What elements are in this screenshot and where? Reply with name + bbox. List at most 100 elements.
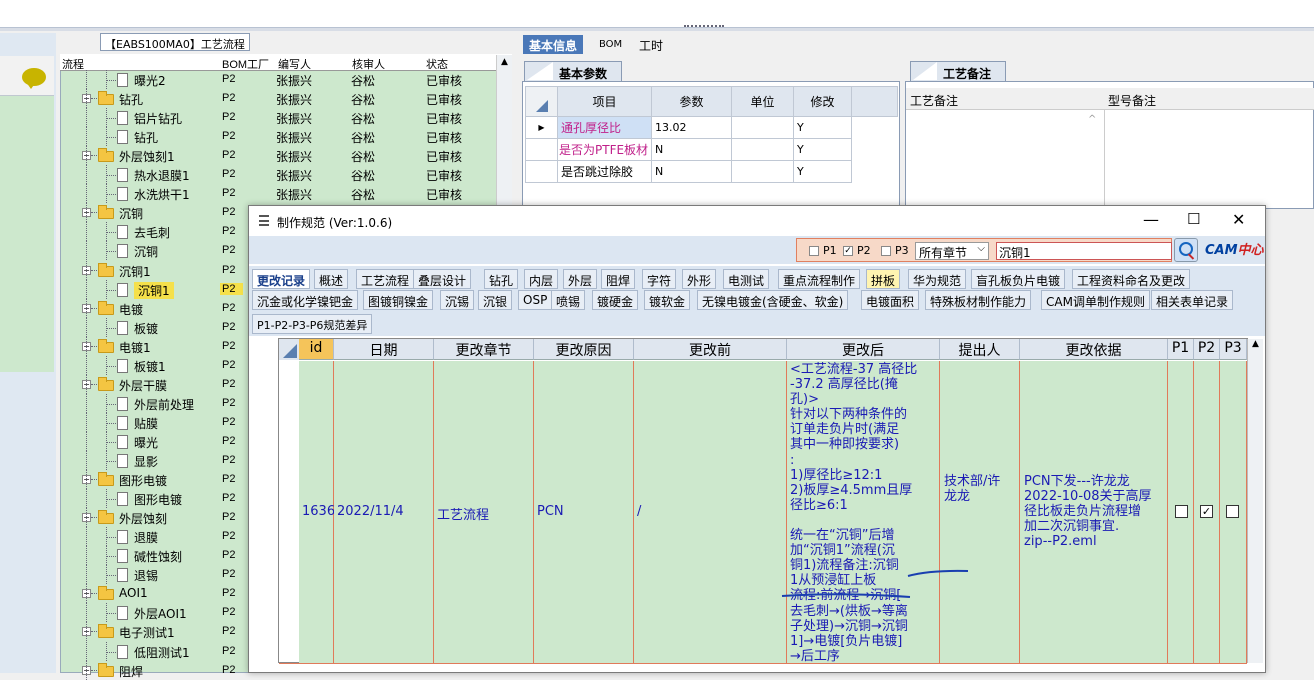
spec-tab[interactable]: 更改记录 [252,269,311,289]
search-input[interactable]: 沉铜1 [996,242,1172,260]
spec-tab[interactable]: 无镍电镀金(含硬金、软金) [697,290,849,310]
col-header-p3[interactable]: P3 [1220,339,1247,360]
cell-proposer[interactable]: 技术部/许 龙龙 [941,473,1003,505]
spec-tab[interactable]: 镀硬金 [592,290,639,310]
tree-node-label[interactable]: 曝光2 [134,72,166,89]
col-header-p2[interactable]: P2 [1194,339,1220,360]
tree-node-label[interactable]: 退锡 [134,567,158,584]
cell-id[interactable]: 1636 [302,504,335,519]
cell-after[interactable]: <工艺流程-37 高径比 -37.2 高厚径比(掩 孔)> 针对以下两种条件的 … [787,361,939,665]
tree-node-label[interactable]: 沉铜1 [119,263,151,280]
tree-node-label[interactable]: 沉铜1 [134,282,174,299]
tree-tab[interactable]: 【EABS100MA0】工艺流程 [100,33,250,51]
tree-node-label[interactable]: 电镀 [119,301,143,318]
grid-cell[interactable]: Y [793,116,852,139]
col-header-p1[interactable]: P1 [1168,339,1194,360]
tree-node-label[interactable]: 沉铜 [134,243,158,260]
table-cell[interactable]: / [634,361,787,663]
spec-tab[interactable]: 拼板 [866,269,901,289]
grid-cell[interactable]: N [651,160,732,183]
table-scrollbar[interactable]: ▲ [1247,339,1263,663]
p2-checkbox[interactable]: ✓ [1200,505,1213,518]
grid-cell[interactable]: Y [793,138,852,161]
grid-cell[interactable]: 是否跳过除胶 [557,160,652,183]
grid-cell[interactable] [731,116,794,139]
spec-tab[interactable]: CAM调单制作规则 [1041,290,1150,310]
minimize-button[interactable]: — [1143,210,1159,229]
grid-row[interactable]: 是否跳过除胶 N Y [525,160,898,183]
col-header-chapter[interactable]: 更改章节 [434,339,534,360]
col-header-date[interactable]: 日期 [334,339,434,360]
spec-tab[interactable]: 特殊板材制作能力 [925,290,1032,310]
tree-row[interactable]: 热水退膜1 P2 张振兴 谷松 已审核 [60,165,496,184]
tree-node-label[interactable]: 沉铜 [119,205,143,222]
tree-node-label[interactable]: 外层干膜 [119,377,167,394]
tree-node-label[interactable]: 图形电镀 [119,472,167,489]
table-cell[interactable]: PCN [534,361,634,663]
tree-row[interactable]: − 钻孔 P2 张振兴 谷松 已审核 [60,89,496,108]
spec-tab[interactable]: 工艺流程 [356,269,415,289]
cell-before[interactable]: / [637,504,641,519]
spec-tab[interactable]: 概述 [314,269,349,289]
tree-node-label[interactable]: 外层AOI1 [134,605,187,622]
p3-checkbox[interactable] [881,246,891,256]
spec-tab[interactable]: 图镀铜镍金 [363,290,434,310]
spec-tab[interactable]: 字符 [642,269,677,289]
col-header-before[interactable]: 更改前 [634,339,787,360]
grid-row[interactable]: 是否为PTFE板材 N Y [525,138,898,161]
notes-scroll-up-icon[interactable]: ^ [1088,114,1096,125]
spec-tab[interactable]: 阻焊 [601,269,636,289]
tab-basic-info[interactable]: 基本信息 [523,35,584,54]
col-header-id[interactable]: id [299,339,334,360]
cell-basis[interactable]: PCN下发---许龙龙 2022-10-08关于高厚 径比板走负片流程增 加二次… [1021,473,1155,550]
notes-col-process[interactable]: 工艺备注 [910,92,958,109]
spec-tab[interactable]: 沉锡 [440,290,475,310]
tree-row[interactable]: 水洗烘干1 P2 张振兴 谷松 已审核 [60,184,496,203]
tree-node-label[interactable]: 热水退膜1 [134,167,190,184]
col-header-after[interactable]: 更改后 [787,339,940,360]
tree-row[interactable]: − 外层蚀刻1 P2 张振兴 谷松 已审核 [60,146,496,165]
spec-tab[interactable]: 外层 [563,269,598,289]
tree-node-label[interactable]: 电子测试1 [119,624,175,641]
cell-date[interactable]: 2022/11/4 [337,504,404,519]
tree-node-label[interactable]: AOI1 [119,586,148,600]
spec-tab[interactable]: 镀软金 [644,290,691,310]
table-cell[interactable]: 2022/11/4 [334,361,434,663]
tree-row[interactable]: 曝光2 P2 张振兴 谷松 已审核 [60,70,496,89]
table-cell[interactable]: 1636 [299,361,335,663]
tree-row[interactable]: 铝片钻孔 P2 张振兴 谷松 已审核 [60,108,496,127]
spec-tab[interactable]: OSP [518,290,553,310]
tree-node-label[interactable]: 钻孔 [134,129,158,146]
spec-tab[interactable]: 盲孔板负片电镀 [971,269,1066,289]
notes-col-model[interactable]: 型号备注 [1108,92,1156,109]
grid-row[interactable]: ▶ 通孔厚径比 13.02 Y [525,116,898,139]
scroll-up-icon[interactable]: ▲ [501,57,508,67]
grid-cell[interactable]: Y [793,160,852,183]
tree-node-label[interactable]: 曝光 [134,434,158,451]
p1-checkbox[interactable] [809,246,819,256]
spec-tab[interactable]: 钻孔 [484,269,519,289]
chapter-select[interactable]: 所有章节 ⌵ [915,242,989,260]
spec-tab[interactable]: 内层 [524,269,559,289]
tab-bom[interactable]: BOM [593,35,628,54]
tab-work-hours[interactable]: 工时 [633,35,669,54]
p2-checkbox[interactable]: ✓ [843,246,853,256]
spec-tab[interactable]: 华为规范 [908,269,967,289]
grid-col-item[interactable]: 项目 [557,86,652,117]
spec-tab[interactable]: 沉银 [478,290,513,310]
grid-cell[interactable] [731,138,794,161]
spec-tab[interactable]: 重点流程制作 [778,269,861,289]
dialog-titlebar[interactable]: 制作规范 (Ver:1.0.6) — ☐ ✕ [249,206,1265,236]
grid-cell[interactable]: 通孔厚径比 [557,116,652,139]
spec-tab[interactable]: 工程资料命名及更改 [1072,269,1191,289]
grid-cell[interactable] [731,160,794,183]
tree-node-label[interactable]: 退膜 [134,529,158,546]
tree-node-label[interactable]: 外层蚀刻 [119,510,167,527]
grid-col-unit[interactable]: 单位 [731,86,794,117]
tree-node-label[interactable]: 钻孔 [119,91,143,108]
tab-process-notes[interactable]: 工艺备注 [910,61,1006,81]
tree-node-label[interactable]: 电镀1 [119,339,151,356]
tree-node-label[interactable]: 贴膜 [134,415,158,432]
tree-node-label[interactable]: 低阻测试1 [134,644,190,661]
grid-cell[interactable]: N [651,138,732,161]
